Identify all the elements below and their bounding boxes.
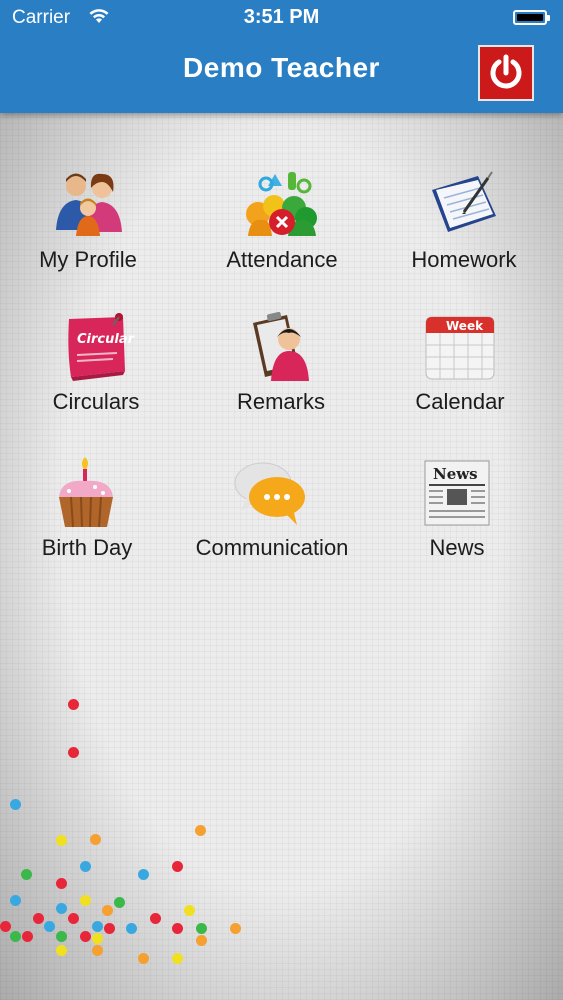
menu-tile-label: Communication (195, 535, 349, 560)
menu-tile-news[interactable]: News News (367, 453, 547, 583)
top-bar: Carrier 3:51 PM Demo Teacher (0, 0, 563, 113)
menu-tile-attendance[interactable]: Attendance (192, 165, 372, 295)
status-bar: Carrier 3:51 PM (0, 0, 563, 36)
newspaper-icon: News (417, 453, 497, 533)
menu-tile-label: Calendar (415, 389, 505, 414)
menu-tile-homework[interactable]: Homework (374, 165, 554, 295)
menu-tile-label: News (429, 535, 485, 560)
clock: 3:51 PM (243, 6, 320, 28)
menu-tile-birth-day[interactable]: Birth Day (0, 453, 177, 583)
menu-tile-label: Remarks (236, 389, 325, 414)
menu-tile-remarks[interactable]: Remarks (191, 307, 371, 437)
profile-family-icon (48, 165, 128, 245)
menu-tile-label: Birth Day (41, 535, 133, 560)
power-icon (490, 54, 522, 89)
menu-tile-label: Attendance (226, 247, 338, 272)
news-icon-text: News (433, 465, 478, 483)
menu-tile-label: Homework (411, 247, 517, 272)
circular-icon-text: Circular (77, 332, 135, 347)
menu-tile-circulars[interactable]: Circular Circulars (6, 307, 186, 437)
calendar-week-icon: Week (420, 307, 500, 387)
chat-bubbles-icon (232, 453, 312, 533)
logout-button[interactable] (478, 45, 534, 101)
menu-tile-calendar[interactable]: Week Calendar (370, 307, 550, 437)
menu-tile-my-profile[interactable]: My Profile (0, 165, 178, 295)
attendance-icon (242, 165, 322, 245)
dashboard: My Profile Attendance Homework Circular … (0, 113, 563, 1000)
calendar-icon-text: Week (446, 319, 484, 333)
birthday-cupcake-icon (47, 453, 127, 533)
menu-tile-communication[interactable]: Communication (182, 453, 362, 583)
battery-icon (513, 10, 550, 25)
circular-note-icon: Circular (56, 307, 136, 387)
menu-tile-label: My Profile (39, 247, 137, 272)
homework-notebook-icon (424, 165, 504, 245)
remarks-clipboard-icon (241, 307, 321, 387)
menu-tile-label: Circulars (52, 389, 140, 414)
